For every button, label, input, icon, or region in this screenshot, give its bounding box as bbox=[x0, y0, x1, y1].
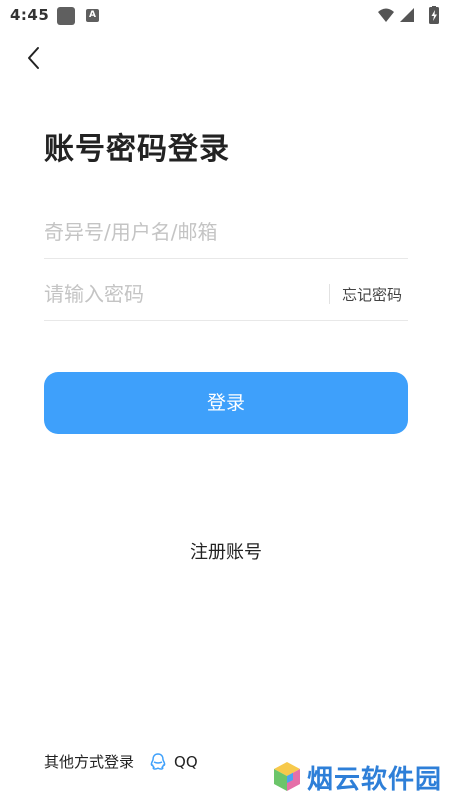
account-input[interactable] bbox=[44, 206, 314, 258]
other-login-section: 其他方式登录 QQ bbox=[44, 751, 198, 772]
status-icons bbox=[376, 6, 446, 26]
app-notification-icon bbox=[57, 7, 75, 25]
battery-icon bbox=[429, 6, 439, 24]
divider bbox=[328, 284, 330, 304]
qq-label: QQ bbox=[174, 752, 198, 771]
watermark: 烟云软件园 bbox=[271, 757, 442, 797]
a-notification-icon: A bbox=[86, 9, 99, 22]
status-bar: 4:45 A bbox=[0, 0, 452, 32]
forgot-password-link[interactable]: 忘记密码 bbox=[342, 284, 402, 305]
chevron-left-icon bbox=[28, 47, 39, 69]
password-input[interactable] bbox=[44, 268, 314, 320]
page-title: 账号密码登录 bbox=[44, 132, 230, 167]
wifi-icon bbox=[378, 8, 394, 22]
other-login-label: 其他方式登录 bbox=[44, 753, 135, 771]
cube-logo-icon bbox=[273, 762, 300, 791]
qq-icon bbox=[150, 752, 166, 770]
register-link[interactable]: 注册账号 bbox=[0, 538, 452, 564]
forgot-password-area: 忘记密码 bbox=[328, 282, 402, 306]
qq-login-button[interactable]: QQ bbox=[148, 752, 198, 772]
password-field: 忘记密码 bbox=[44, 268, 408, 321]
account-field bbox=[44, 206, 408, 259]
watermark-text: 烟云软件园 bbox=[306, 764, 442, 795]
cellular-signal-icon bbox=[400, 8, 414, 22]
login-button[interactable]: 登录 bbox=[44, 372, 408, 434]
back-button[interactable] bbox=[20, 44, 48, 72]
status-time: 4:45 bbox=[10, 6, 50, 24]
